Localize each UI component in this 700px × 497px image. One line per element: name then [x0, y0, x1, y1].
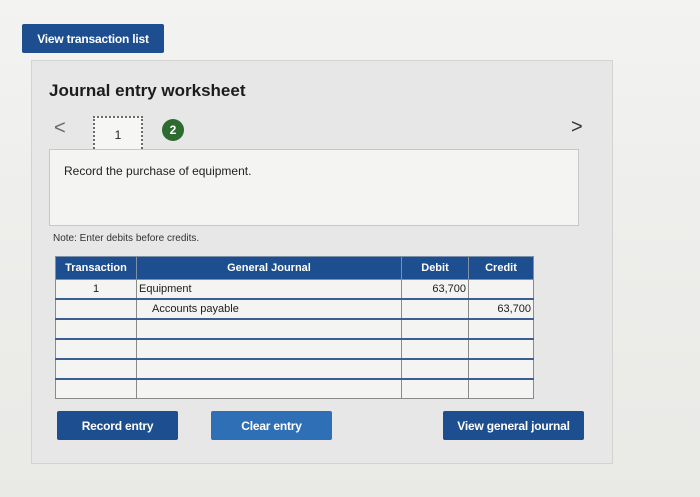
journal-entry-worksheet: Journal entry worksheet < 1 2 > Record t…: [31, 60, 613, 464]
transaction-cell: [55, 318, 137, 340]
view-general-journal-button[interactable]: View general journal: [443, 411, 584, 440]
worksheet-title: Journal entry worksheet: [49, 81, 246, 100]
account-input[interactable]: [137, 320, 403, 338]
debit-cell[interactable]: [401, 338, 469, 360]
credit-input[interactable]: [469, 380, 531, 398]
transaction-cell: 1: [55, 279, 137, 300]
debit-cell[interactable]: [401, 378, 469, 399]
account-cell[interactable]: [136, 378, 403, 399]
instruction-box: Record the purchase of equipment.: [49, 149, 579, 226]
tab-1[interactable]: 1: [93, 116, 143, 153]
credit-cell[interactable]: [468, 358, 534, 380]
next-arrow-icon[interactable]: >: [571, 116, 583, 139]
credit-cell[interactable]: [468, 298, 534, 320]
header-general-journal: General Journal: [136, 256, 402, 280]
table-row: [55, 318, 534, 340]
debit-input[interactable]: [402, 340, 466, 358]
debit-input[interactable]: [402, 380, 466, 398]
account-cell[interactable]: [136, 358, 403, 380]
account-input[interactable]: [137, 360, 403, 378]
header-credit: Credit: [468, 256, 534, 280]
account-cell[interactable]: [136, 279, 403, 300]
view-transaction-list-button[interactable]: View transaction list: [22, 24, 164, 53]
credit-input[interactable]: [469, 300, 531, 318]
account-input[interactable]: [137, 300, 416, 318]
clear-entry-button[interactable]: Clear entry: [211, 411, 332, 440]
debit-cell[interactable]: [401, 358, 469, 380]
instruction-text: Record the purchase of equipment.: [64, 164, 252, 178]
header-debit: Debit: [401, 256, 469, 280]
transaction-cell: [55, 358, 137, 380]
debit-cell[interactable]: [401, 279, 469, 300]
account-input[interactable]: [137, 380, 403, 398]
table-row: 1: [55, 279, 534, 300]
credit-input[interactable]: [469, 320, 531, 338]
credit-cell[interactable]: [468, 338, 534, 360]
transaction-cell: [55, 378, 137, 399]
table-row: [55, 378, 534, 399]
credit-cell[interactable]: [468, 318, 534, 340]
account-input[interactable]: [137, 280, 403, 298]
table-row: [55, 298, 534, 320]
debit-input[interactable]: [402, 300, 466, 318]
debit-input[interactable]: [402, 320, 466, 338]
debit-cell[interactable]: [401, 318, 469, 340]
account-cell[interactable]: [136, 298, 416, 320]
record-entry-button[interactable]: Record entry: [57, 411, 178, 440]
debit-input[interactable]: [402, 280, 466, 298]
table-row: [55, 358, 534, 380]
debit-cell[interactable]: [401, 298, 469, 320]
header-transaction: Transaction: [55, 256, 137, 280]
credit-cell[interactable]: [468, 279, 534, 300]
credit-input[interactable]: [469, 360, 531, 378]
account-cell[interactable]: [136, 318, 403, 340]
account-cell[interactable]: [136, 338, 403, 360]
table-row: [55, 338, 534, 360]
account-input[interactable]: [137, 340, 403, 358]
prev-arrow-icon[interactable]: <: [54, 117, 66, 140]
journal-table: Transaction General Journal Debit Credit…: [55, 256, 534, 399]
transaction-cell: [55, 338, 137, 360]
credit-cell[interactable]: [468, 378, 534, 399]
note-text: Note: Enter debits before credits.: [53, 233, 200, 244]
transaction-cell: [55, 298, 137, 320]
credit-input[interactable]: [469, 280, 531, 298]
tab-2[interactable]: 2: [162, 119, 184, 141]
debit-input[interactable]: [402, 360, 466, 378]
credit-input[interactable]: [469, 340, 531, 358]
